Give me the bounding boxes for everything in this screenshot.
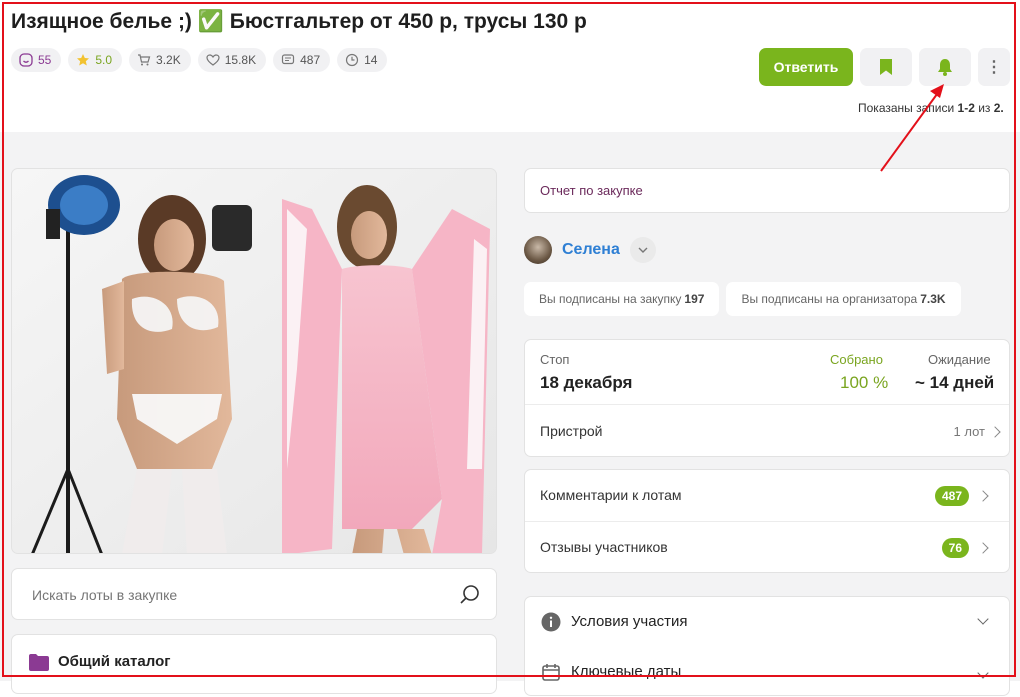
annotation-arrow — [880, 84, 944, 172]
